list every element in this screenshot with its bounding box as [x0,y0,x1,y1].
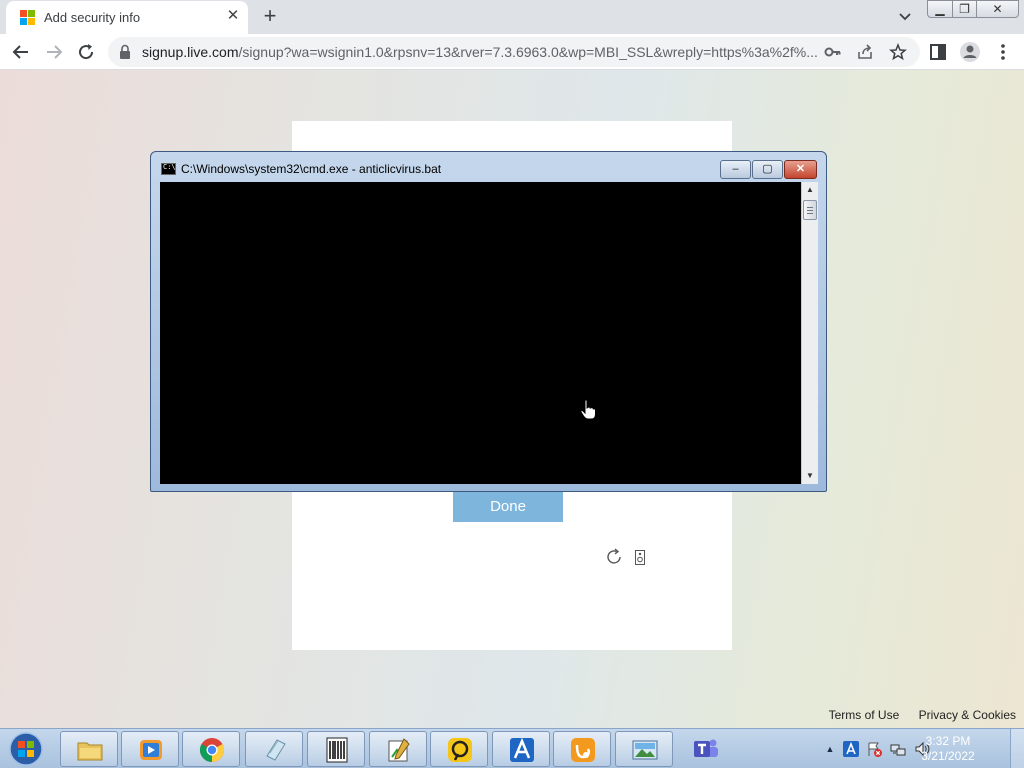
browser-minimize-button[interactable]: ▁ [927,0,953,18]
tray-overflow-chevron-icon[interactable]: ▲ [822,741,838,757]
terms-of-use-link[interactable]: Terms of Use [829,708,900,722]
url-path: /signup?wa=wsignin1.0&rpsnv=13&rver=7.3.… [238,44,818,60]
taskbar-image-viewer[interactable] [615,731,673,767]
clock-date: 3/21/2022 [921,749,975,763]
taskbar-uc-browser[interactable] [553,731,611,767]
captcha-audio-icon[interactable] [635,550,645,565]
image-viewer-icon [632,740,658,760]
taskbar-file-explorer[interactable] [60,731,118,767]
tab-search-chevron-icon[interactable] [894,6,916,28]
browser-restore-button[interactable]: ❐ [953,0,977,18]
cmd-window-controls: – ▢ ✕ [720,160,818,179]
captcha-refresh-icon[interactable] [605,548,623,566]
new-tab-button[interactable]: + [258,4,282,28]
taskbar-arc-app[interactable] [492,731,550,767]
taskbar-notepad[interactable] [245,731,303,767]
scroll-up-arrow-icon[interactable]: ▲ [802,182,818,198]
notepad-icon [266,739,286,761]
menu-kebab-icon[interactable] [990,39,1016,65]
page-footer: Terms of Use Privacy & Cookies [813,708,1016,722]
tab-close-icon[interactable]: ✕ [224,7,242,25]
back-arrow-icon[interactable] [8,39,34,65]
done-button[interactable]: Done [453,491,563,522]
cmd-window-icon: C:\ [161,163,176,175]
cmd-maximize-button[interactable]: ▢ [752,160,783,179]
uc-browser-icon [571,738,595,762]
address-bar[interactable]: signup.live.com/signup?wa=wsignin1.0&rps… [108,37,920,67]
taskbar-clock[interactable]: 3:32 PM 3/21/2022 [912,734,984,764]
microsoft-logo-icon [20,10,36,26]
privacy-cookies-link[interactable]: Privacy & Cookies [919,708,1016,722]
taskbar-media-player[interactable] [121,731,179,767]
cmd-minimize-button[interactable]: – [720,160,751,179]
scroll-down-arrow-icon[interactable]: ▼ [802,468,818,484]
cmd-window-title: C:\Windows\system32\cmd.exe - anticlicvi… [181,162,442,176]
url-text: signup.live.com/signup?wa=wsignin1.0&rps… [142,44,822,60]
teams-icon [694,739,718,757]
chrome-icon [199,738,225,762]
browser-window-controls: ▁ ❐ ✕ [927,0,1019,18]
clock-time: 3:32 PM [925,734,971,748]
bookmark-star-icon[interactable] [889,43,907,61]
browser-toolbar: signup.live.com/signup?wa=wsignin1.0&rps… [0,34,1024,70]
taskbar-archive-tool[interactable] [307,731,365,767]
cmd-close-button[interactable]: ✕ [784,160,817,179]
browser-close-button[interactable]: ✕ [977,0,1019,18]
remote-tool-icon [448,738,472,762]
windows-start-button[interactable] [6,731,46,767]
windows-taskbar: ▲ 3:32 PM 3/21/2022 [0,728,1024,768]
scrollbar-thumb[interactable] [803,200,817,220]
cmd-scrollbar[interactable]: ▲ ▼ [801,182,818,484]
share-icon[interactable] [856,43,874,61]
cmd-window[interactable]: C:\ C:\Windows\system32\cmd.exe - anticl… [150,151,827,492]
arc-a-icon [510,737,534,762]
lock-icon[interactable] [119,44,131,60]
archive-barcode-icon [326,737,348,763]
profile-avatar-icon[interactable] [957,39,983,65]
taskbar-teams[interactable] [677,731,735,767]
taskbar-chrome[interactable] [182,731,240,767]
editor-pen-icon [388,738,410,762]
reload-icon[interactable] [73,39,99,65]
hand-pointer-cursor-icon [580,399,596,420]
tray-arc-icon[interactable] [843,741,859,757]
folder-icon [77,742,103,761]
tab-title: Add security info [44,10,141,25]
tray-network-icon[interactable] [890,741,906,757]
browser-tabstrip: Add security info ✕ + ▁ ❐ ✕ [0,0,1024,34]
forward-arrow-icon[interactable] [41,39,67,65]
cmd-console-area[interactable] [160,182,801,484]
url-host: signup.live.com [142,44,239,60]
key-icon[interactable] [824,44,842,60]
media-player-icon [140,740,162,760]
tray-flag-alert-icon[interactable] [866,741,882,757]
taskbar-remote-tool[interactable] [430,731,488,767]
tab-add-security-info[interactable]: Add security info ✕ [6,1,248,34]
taskbar-editor[interactable] [369,731,427,767]
show-desktop-button[interactable] [1010,729,1024,768]
side-panel-icon[interactable] [925,39,951,65]
